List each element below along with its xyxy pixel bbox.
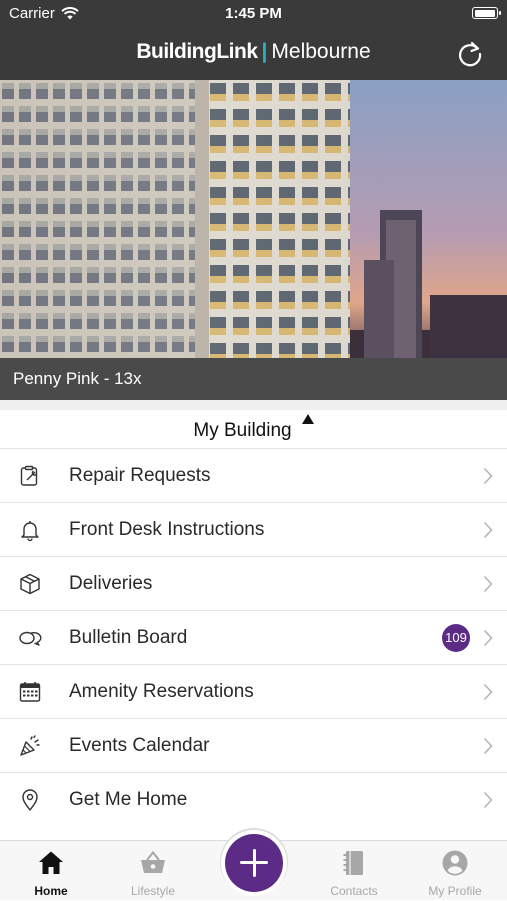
- chat-bubbles-icon: [19, 631, 42, 646]
- status-time: 1:45 PM: [225, 5, 282, 22]
- tab-lifestyle[interactable]: Lifestyle: [103, 841, 203, 901]
- menu-label: Events Calendar: [69, 735, 210, 756]
- chevron-right-icon: [483, 467, 493, 485]
- brand-logo: BuildingLink | Melbourne: [0, 40, 507, 64]
- contacts-book-icon: [343, 851, 363, 875]
- status-bar: Carrier 1:45 PM: [0, 0, 507, 28]
- building-photo: [0, 80, 507, 358]
- chevron-right-icon: [483, 791, 493, 809]
- tab-label: Contacts: [330, 884, 378, 898]
- menu-item-events-calendar[interactable]: Events Calendar: [0, 718, 507, 772]
- profile-icon: [442, 850, 468, 876]
- menu-label: Deliveries: [69, 573, 153, 594]
- clipboard-wrench-icon: [20, 465, 38, 486]
- section-separator: [0, 400, 507, 410]
- tab-contacts[interactable]: Contacts: [304, 841, 404, 901]
- tab-my-profile[interactable]: My Profile: [405, 841, 505, 901]
- brand-separator: |: [261, 40, 268, 63]
- unit-label: Penny Pink - 13x: [13, 369, 142, 388]
- tab-label: Lifestyle: [130, 884, 176, 898]
- collapse-triangle-icon: [301, 414, 314, 424]
- menu-label: Bulletin Board: [69, 627, 188, 648]
- chevron-right-icon: [483, 629, 493, 647]
- tab-label: My Profile: [428, 884, 482, 898]
- tab-label: Home: [34, 884, 68, 898]
- menu-item-repair-requests[interactable]: Repair Requests: [0, 448, 507, 502]
- home-icon: [39, 851, 63, 874]
- chevron-right-icon: [483, 575, 493, 593]
- basket-icon: [141, 850, 165, 873]
- brand-name: BuildingLink: [136, 40, 258, 63]
- my-building-toggle[interactable]: My Building: [0, 410, 507, 448]
- unit-caption: Penny Pink - 13x: [0, 358, 507, 400]
- menu-label: Front Desk Instructions: [69, 519, 265, 540]
- tab-home[interactable]: Home: [1, 841, 101, 901]
- building-menu: Repair Requests Front Desk Instructions …: [0, 448, 507, 826]
- brand-location: Melbourne: [271, 40, 371, 63]
- menu-label: Repair Requests: [69, 465, 211, 486]
- calendar-icon: [19, 682, 41, 702]
- chevron-right-icon: [483, 737, 493, 755]
- party-popper-icon: [20, 735, 40, 756]
- menu-label: Amenity Reservations: [69, 681, 254, 702]
- menu-item-amenity-reservations[interactable]: Amenity Reservations: [0, 664, 507, 718]
- menu-item-bulletin-board[interactable]: Bulletin Board 109: [0, 610, 507, 664]
- location-pin-icon: [22, 789, 38, 811]
- bell-icon: [21, 521, 39, 542]
- section-title: My Building: [193, 420, 292, 441]
- chevron-right-icon: [483, 521, 493, 539]
- add-button[interactable]: [225, 834, 283, 892]
- menu-item-get-me-home[interactable]: Get Me Home: [0, 772, 507, 826]
- refresh-icon[interactable]: [455, 39, 485, 69]
- menu-label: Get Me Home: [69, 789, 188, 810]
- battery-icon: [472, 7, 501, 19]
- chevron-right-icon: [483, 683, 493, 701]
- unread-count-badge: 109: [442, 624, 470, 652]
- menu-item-deliveries[interactable]: Deliveries: [0, 556, 507, 610]
- package-icon: [20, 573, 40, 595]
- menu-item-front-desk-instructions[interactable]: Front Desk Instructions: [0, 502, 507, 556]
- app-header: BuildingLink | Melbourne: [0, 28, 507, 80]
